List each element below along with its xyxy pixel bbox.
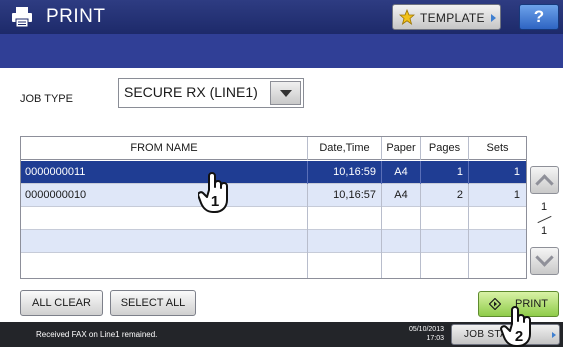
from-name-cell: 0000000010 — [21, 184, 308, 207]
step-number: 2 — [515, 328, 523, 345]
paper-cell: A4 — [382, 161, 421, 184]
job-type-select[interactable]: SECURE RX (LINE1) — [118, 78, 304, 108]
help-button[interactable]: ? — [519, 4, 559, 30]
status-date: 05/10/2013 — [408, 326, 444, 333]
column-header: Date,Time — [308, 137, 382, 160]
column-header: Sets — [486, 142, 509, 154]
table-header: FROM NAME Date,Time Paper Pages Sets — [21, 137, 526, 160]
column-header: Paper — [382, 137, 421, 160]
step-number: 1 — [211, 193, 219, 210]
paper-cell: A4 — [382, 184, 421, 207]
status-bar: Received FAX on Line1 remained. 05/10/20… — [0, 322, 563, 347]
chevron-up-icon — [535, 174, 554, 193]
star-icon — [399, 9, 415, 25]
from-name-cell: 0000000011 — [21, 161, 308, 184]
chevron-down-icon — [280, 90, 292, 97]
scroll-up-button[interactable] — [530, 166, 559, 194]
job-table: FROM NAME Date,Time Paper Pages Sets 000… — [20, 136, 527, 279]
printer-icon — [12, 7, 32, 28]
pages-cell: 1 — [421, 161, 469, 184]
hand-pointer-icon: 2 — [500, 306, 531, 347]
select-all-button[interactable]: SELECT ALL — [110, 290, 196, 316]
status-time: 17:03 — [426, 335, 444, 342]
table-row[interactable]: 0000000011 10,16:59 A4 1 1 — [21, 161, 526, 184]
empty-row — [21, 207, 526, 230]
sub-bar — [0, 34, 563, 68]
sets-cell: 1 — [513, 189, 520, 201]
table-row[interactable]: 0000000010 10,16:57 A4 2 1 — [21, 184, 526, 207]
template-label: TEMPLATE — [420, 11, 485, 25]
date-time-cell: 10,16:57 — [308, 184, 382, 207]
sets-cell: 1 — [513, 166, 520, 178]
job-type-dropdown-button[interactable] — [270, 81, 301, 105]
job-type-value: SECURE RX (LINE1) — [124, 84, 258, 100]
template-button[interactable]: TEMPLATE — [392, 4, 501, 30]
all-clear-button[interactable]: ALL CLEAR — [20, 290, 103, 316]
page-title: PRINT — [46, 6, 106, 27]
date-time-cell: 10,16:59 — [308, 161, 382, 184]
empty-row — [21, 253, 526, 278]
column-header: Pages — [421, 137, 469, 160]
hand-pointer-icon: 1 — [198, 172, 228, 213]
status-message: Received FAX on Line1 remained. — [36, 330, 158, 339]
scroll-down-button[interactable] — [530, 247, 559, 275]
chevron-down-icon — [535, 248, 554, 267]
page-divider — [537, 215, 552, 224]
title-bar: PRINT TEMPLATE ? — [0, 0, 563, 34]
pages-cell: 2 — [421, 184, 469, 207]
page-current: 1 — [540, 201, 548, 213]
page-total: 1 — [540, 225, 548, 237]
arrow-right-icon — [552, 332, 556, 338]
empty-row — [21, 230, 526, 253]
column-header: FROM NAME — [21, 137, 308, 160]
arrow-right-icon — [491, 14, 496, 22]
job-type-label: JOB TYPE — [20, 93, 73, 105]
